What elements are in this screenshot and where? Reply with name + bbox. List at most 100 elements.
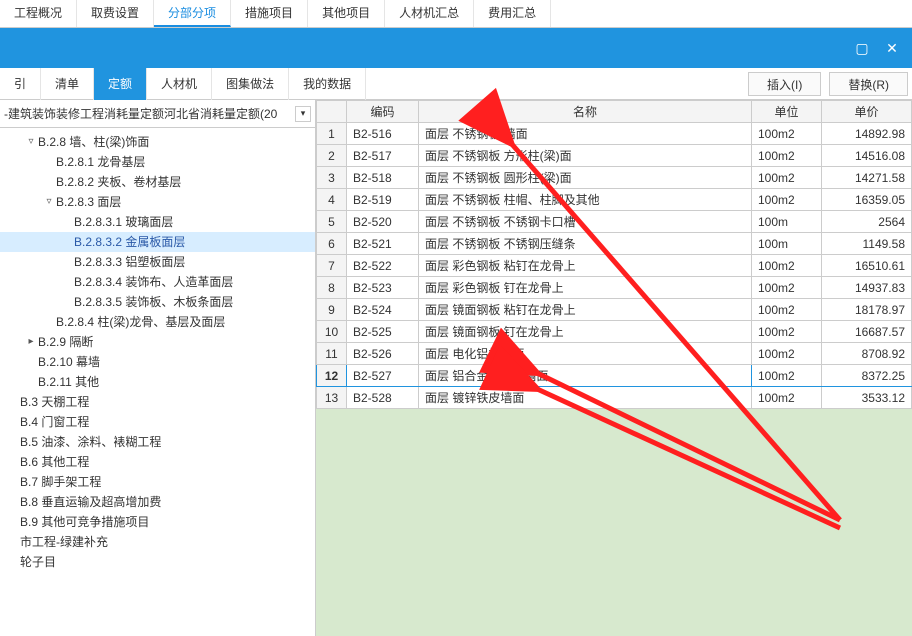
cell-price: 14937.83	[822, 277, 912, 299]
tree-label: B.2.11 其他	[38, 372, 311, 392]
table-row[interactable]: 7B2-522面层 彩色钢板 粘钉在龙骨上100m216510.61	[317, 255, 912, 277]
cell-unit: 100m2	[752, 343, 822, 365]
tree-node[interactable]: B.4 门窗工程	[0, 412, 315, 432]
catalog-title: -建筑装饰装修工程消耗量定额河北省消耗量定额(20	[4, 105, 291, 122]
sub-tab[interactable]: 人材机	[147, 68, 212, 100]
table-row[interactable]: 9B2-524面层 镜面钢板 粘钉在龙骨上100m218178.97	[317, 299, 912, 321]
cell-code: B2-521	[347, 233, 419, 255]
cell-rn: 9	[317, 299, 347, 321]
tree-node[interactable]: B.2.8.1 龙骨基层	[0, 152, 315, 172]
tree-node[interactable]: B.6 其他工程	[0, 452, 315, 472]
sub-tab[interactable]: 定额	[94, 68, 147, 100]
tree-label: B.2.8.3.3 铝塑板面层	[74, 252, 311, 272]
table-row[interactable]: 2B2-517面层 不锈钢板 方形柱(梁)面100m214516.08	[317, 145, 912, 167]
replace-button[interactable]: 替换(R)	[829, 72, 908, 96]
tree-node[interactable]: B.5 油漆、涂料、裱糊工程	[0, 432, 315, 452]
table-row[interactable]: 6B2-521面层 不锈钢板 不锈钢压缝条100m1149.58	[317, 233, 912, 255]
tree-node[interactable]: B.2.10 幕墙	[0, 352, 315, 372]
items-table: 编码 名称 单位 单价 1B2-516面层 不锈钢板 墙面100m214892.…	[316, 100, 912, 409]
tree-node[interactable]: B.2.8.4 柱(梁)龙骨、基层及面层	[0, 312, 315, 332]
tree-node[interactable]: B.2.8.2 夹板、卷材基层	[0, 172, 315, 192]
tree-toggle-icon[interactable]: ▿	[24, 132, 38, 152]
tree-node[interactable]: B.7 脚手架工程	[0, 472, 315, 492]
tree-label: B.7 脚手架工程	[20, 472, 311, 492]
cell-code: B2-516	[347, 123, 419, 145]
col-code: 编码	[347, 101, 419, 123]
cell-rn: 4	[317, 189, 347, 211]
tree-label: B.9 其他可竞争措施项目	[20, 512, 311, 532]
sub-tab[interactable]: 清单	[41, 68, 94, 100]
col-price: 单价	[822, 101, 912, 123]
tree-node[interactable]: B.2.8.3.2 金属板面层	[0, 232, 315, 252]
tree-node[interactable]: 市工程-绿建补充	[0, 532, 315, 552]
tree-node[interactable]: B.2.8.3.4 装饰布、人造革面层	[0, 272, 315, 292]
tree-node[interactable]: B.9 其他可竞争措施项目	[0, 512, 315, 532]
main-tab[interactable]: 人材机汇总	[385, 0, 474, 27]
cell-code: B2-518	[347, 167, 419, 189]
main-tab[interactable]: 其他项目	[308, 0, 385, 27]
table-row[interactable]: 10B2-525面层 镜面钢板 钉在龙骨上100m216687.57	[317, 321, 912, 343]
tree-label: B.8 垂直运输及超高增加费	[20, 492, 311, 512]
tree-node[interactable]: ▿B.2.8 墙、柱(梁)饰面	[0, 132, 315, 152]
cell-name: 面层 镜面钢板 钉在龙骨上	[419, 321, 752, 343]
main-tab[interactable]: 分部分项	[154, 0, 231, 27]
cell-name: 面层 不锈钢板 不锈钢压缝条	[419, 233, 752, 255]
window-close-icon[interactable]: ✕	[880, 38, 904, 58]
cell-price: 2564	[822, 211, 912, 233]
sub-tab[interactable]: 图集做法	[212, 68, 289, 100]
insert-button[interactable]: 插入(I)	[748, 72, 821, 96]
cell-rn: 5	[317, 211, 347, 233]
tree-node[interactable]: B.2.11 其他	[0, 372, 315, 392]
tree-node[interactable]: 轮子目	[0, 552, 315, 572]
tree-node[interactable]: B.2.8.3.3 铝塑板面层	[0, 252, 315, 272]
tree-label: B.5 油漆、涂料、裱糊工程	[20, 432, 311, 452]
table-row[interactable]: 11B2-526面层 电化铝板墙面100m28708.92	[317, 343, 912, 365]
cell-price: 14892.98	[822, 123, 912, 145]
catalog-dropdown-icon[interactable]: ▾	[295, 106, 311, 122]
tree-label: 市工程-绿建补充	[20, 532, 311, 552]
tree-toggle-icon[interactable]: ▸	[24, 332, 38, 352]
sub-tab[interactable]: 我的数据	[289, 68, 366, 100]
cell-code: B2-522	[347, 255, 419, 277]
tree-node[interactable]: ▸B.2.9 隔断	[0, 332, 315, 352]
col-rn	[317, 101, 347, 123]
table-row[interactable]: 5B2-520面层 不锈钢板 不锈钢卡口槽100m2564	[317, 211, 912, 233]
cell-rn: 8	[317, 277, 347, 299]
table-row[interactable]: 3B2-518面层 不锈钢板 圆形柱(梁)面100m214271.58	[317, 167, 912, 189]
tree-node[interactable]: B.2.8.3.5 装饰板、木板条面层	[0, 292, 315, 312]
cell-unit: 100m2	[752, 167, 822, 189]
cell-price: 8708.92	[822, 343, 912, 365]
cell-unit: 100m2	[752, 387, 822, 409]
grid-empty-area	[316, 409, 912, 636]
tree-node[interactable]: B.8 垂直运输及超高增加费	[0, 492, 315, 512]
table-row[interactable]: 8B2-523面层 彩色钢板 钉在龙骨上100m214937.83	[317, 277, 912, 299]
table-row[interactable]: 1B2-516面层 不锈钢板 墙面100m214892.98	[317, 123, 912, 145]
cell-name: 面层 电化铝板墙面	[419, 343, 752, 365]
cell-rn: 2	[317, 145, 347, 167]
main-tab[interactable]: 工程概况	[0, 0, 77, 27]
table-row[interactable]: 13B2-528面层 镀锌铁皮墙面100m23533.12	[317, 387, 912, 409]
tree-label: B.2.10 幕墙	[38, 352, 311, 372]
table-row[interactable]: 12B2-527面层 铝合金装饰板墙面100m28372.25	[317, 365, 912, 387]
tree-node[interactable]: B.2.8.3.1 玻璃面层	[0, 212, 315, 232]
cell-rn: 7	[317, 255, 347, 277]
cell-unit: 100m2	[752, 145, 822, 167]
tree-node[interactable]: B.3 天棚工程	[0, 392, 315, 412]
main-tab[interactable]: 措施项目	[231, 0, 308, 27]
main-tab[interactable]: 取费设置	[77, 0, 154, 27]
tree-node[interactable]: ▿B.2.8.3 面层	[0, 192, 315, 212]
tree-label: B.2.9 隔断	[38, 332, 311, 352]
table-row[interactable]: 4B2-519面层 不锈钢板 柱帽、柱脚及其他100m216359.05	[317, 189, 912, 211]
sub-tab[interactable]: 引	[0, 68, 41, 100]
cell-price: 16510.61	[822, 255, 912, 277]
tree-toggle-icon[interactable]: ▿	[42, 192, 56, 212]
cell-code: B2-517	[347, 145, 419, 167]
cell-rn: 6	[317, 233, 347, 255]
tree-label: B.2.8.2 夹板、卷材基层	[56, 172, 311, 192]
cell-name: 面层 不锈钢板 圆形柱(梁)面	[419, 167, 752, 189]
main-tab[interactable]: 费用汇总	[474, 0, 551, 27]
window-restore-icon[interactable]: ▢	[850, 38, 874, 58]
tree-label: B.2.8.3 面层	[56, 192, 311, 212]
cell-unit: 100m2	[752, 321, 822, 343]
cell-price: 1149.58	[822, 233, 912, 255]
